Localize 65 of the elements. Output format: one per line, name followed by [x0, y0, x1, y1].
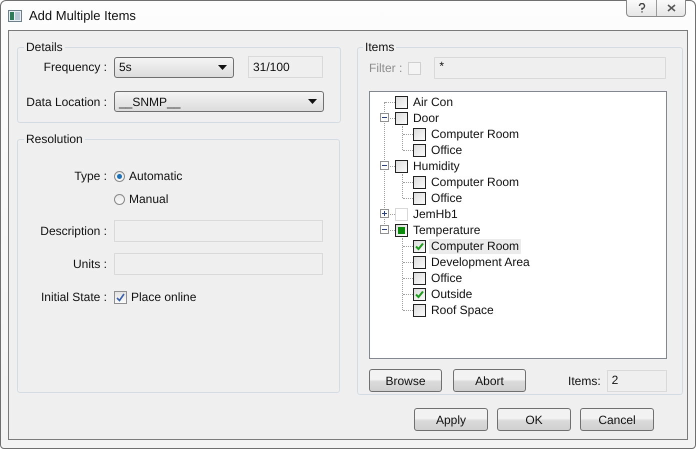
tree-checkbox[interactable] [395, 224, 408, 236]
tree-checkbox[interactable] [413, 272, 426, 284]
collapse-icon[interactable] [380, 225, 389, 234]
tree-checkbox[interactable] [413, 192, 426, 204]
items-count-label: Items: [568, 374, 601, 388]
window-title: Add Multiple Items [29, 8, 136, 23]
field-label: Type : [73, 168, 107, 185]
caret-icon [308, 99, 317, 104]
tree-checkbox[interactable] [413, 288, 426, 300]
radio-button[interactable] [114, 194, 125, 204]
tree-item-label[interactable]: Office [429, 190, 464, 206]
abort-button[interactable]: Abort [453, 369, 526, 392]
group-title: Details [25, 40, 64, 54]
data-location-dropdown[interactable]: __SNMP__ [114, 91, 324, 112]
tree-item-label[interactable]: Humidity [411, 158, 462, 174]
tree-item-label[interactable]: Door [411, 110, 442, 126]
tree-item-label[interactable]: Outside [429, 286, 474, 302]
help-icon [638, 3, 646, 13]
tree-checkbox[interactable] [413, 304, 426, 316]
tree-item-label[interactable]: Computer Room [429, 126, 522, 142]
tree-item-label[interactable]: Computer Room [429, 174, 522, 190]
tree-checkbox[interactable] [395, 96, 408, 108]
tree-item-label[interactable]: Roof Space [429, 302, 496, 318]
field-label: Frequency : [42, 60, 107, 74]
field-label: Initial State : [40, 290, 107, 304]
check-icon [415, 290, 424, 298]
apply-button[interactable]: Apply [414, 408, 488, 431]
cancel-button[interactable]: Cancel [580, 408, 654, 431]
radio-option[interactable]: Automatic [114, 167, 323, 185]
tree-checkbox[interactable] [413, 256, 426, 268]
radio-button[interactable] [114, 170, 125, 182]
tree-checkbox[interactable] [413, 128, 426, 140]
frequency-dropdown[interactable]: 5s [114, 56, 234, 78]
tree-item-label[interactable]: Office [429, 142, 464, 158]
partial-check-icon [397, 226, 406, 234]
tree-checkbox[interactable] [395, 160, 408, 172]
filter-label: Filter : [369, 61, 402, 75]
tree-item-label[interactable]: Office [429, 270, 464, 286]
checkbox[interactable] [114, 290, 127, 304]
window-icon [8, 10, 22, 22]
check-icon [415, 242, 424, 250]
tree-item-label[interactable]: Computer Room [429, 238, 522, 254]
tree-checkbox[interactable] [413, 240, 426, 252]
tree-item-label[interactable]: Development Area [429, 254, 532, 270]
radio-option[interactable]: Manual [114, 190, 323, 208]
tree-checkbox[interactable] [413, 176, 426, 188]
browse-button[interactable]: Browse [369, 369, 442, 392]
caret-icon [218, 64, 227, 70]
tree-item-label[interactable]: Temperature [411, 222, 482, 238]
tree-item-label[interactable]: Air Con [411, 94, 456, 110]
group-title: Resolution [25, 132, 84, 146]
tree-checkbox[interactable] [395, 112, 408, 124]
close-icon [666, 4, 676, 12]
checkbox-option[interactable]: Place online [114, 288, 323, 306]
ok-button[interactable]: OK [497, 408, 571, 431]
collapse-icon[interactable] [380, 161, 389, 170]
group-title: Items [364, 40, 396, 54]
counter-field: 31/100 [248, 56, 323, 78]
check-icon [116, 292, 125, 302]
field-label: Units : [72, 257, 107, 271]
field-label: Data Location : [25, 94, 107, 108]
field-label: Description : [39, 224, 107, 238]
tree-checkbox[interactable] [413, 144, 426, 156]
items-count-field: 2 [606, 370, 667, 392]
collapse-icon[interactable] [380, 113, 389, 122]
